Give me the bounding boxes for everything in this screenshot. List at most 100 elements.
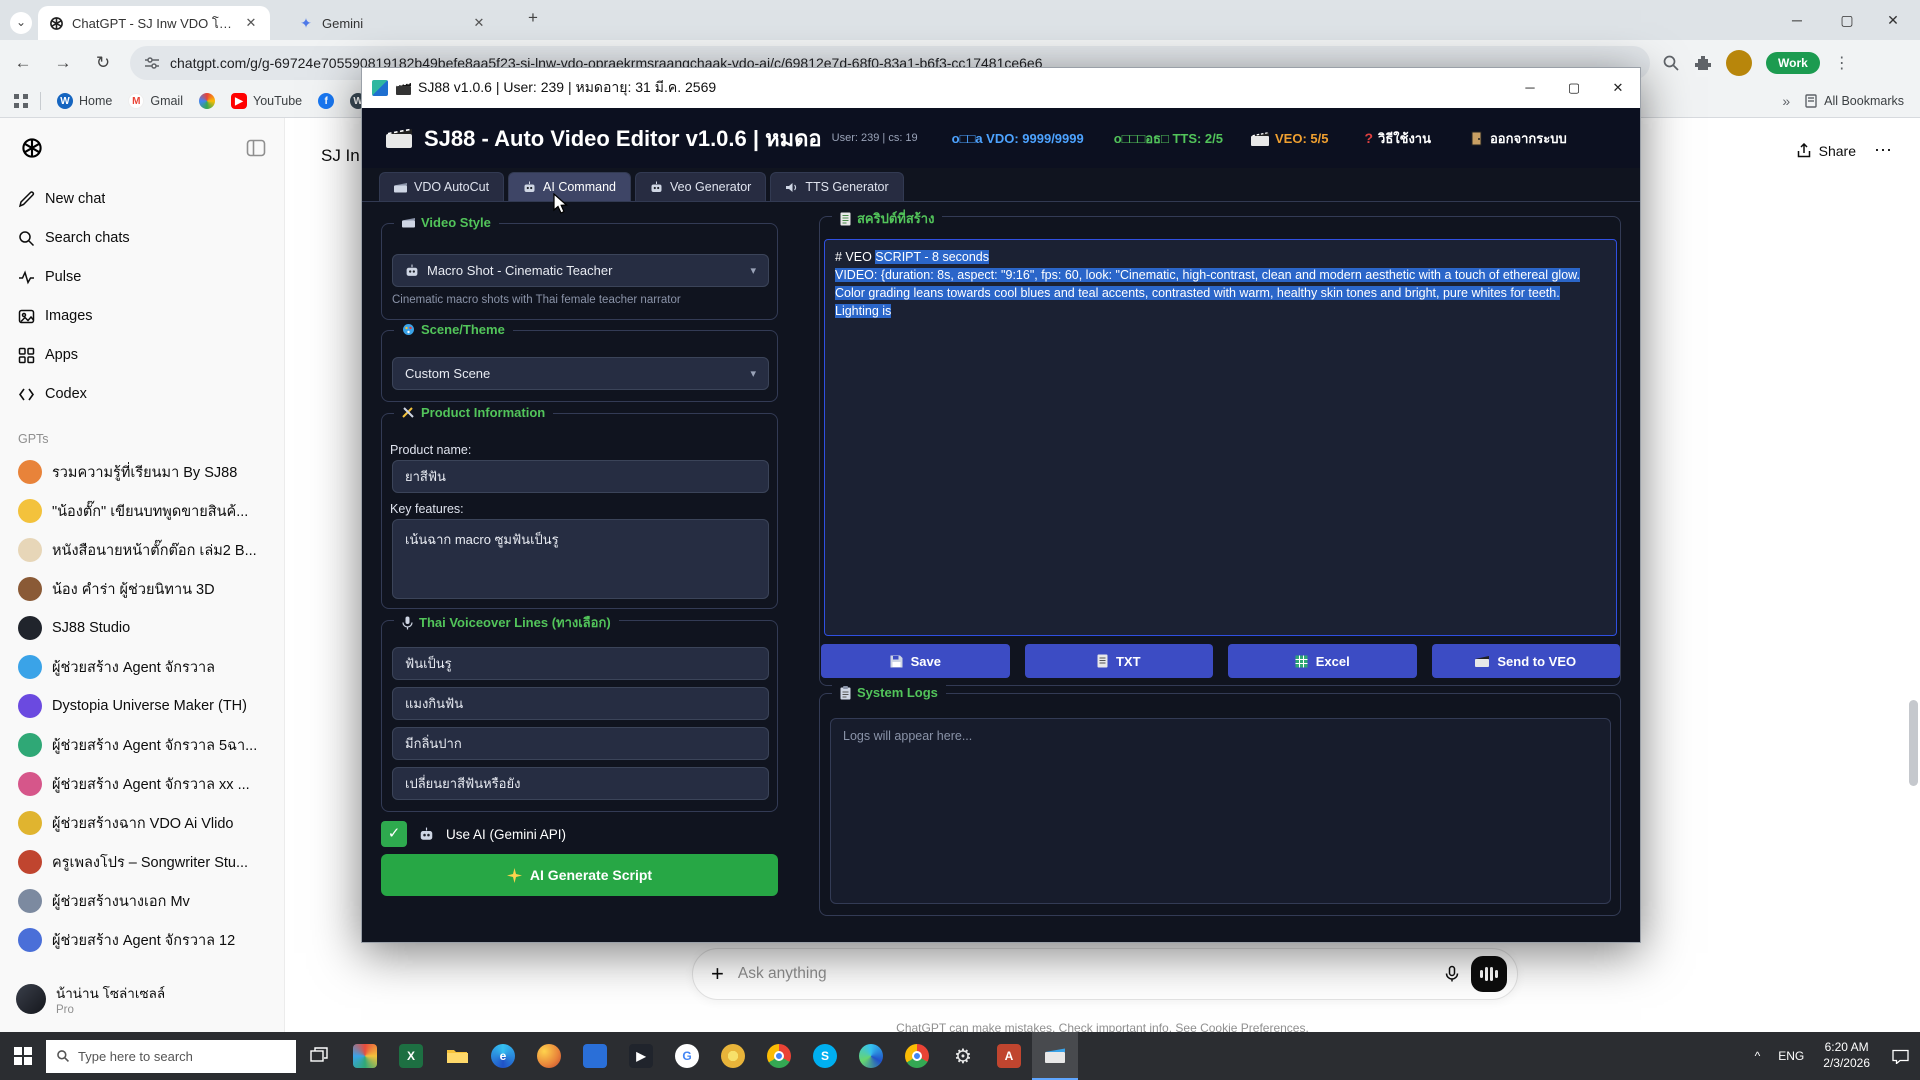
sidebar-gpt-item[interactable]: ผู้ช่วยสร้างนางเอก Mv xyxy=(8,882,276,920)
scene-select[interactable]: Custom Scene ▾ xyxy=(392,357,769,390)
video-style-select[interactable]: Macro Shot - Cinematic Teacher ▾ xyxy=(392,254,769,287)
profile-chip[interactable]: Work xyxy=(1766,52,1820,74)
tray-chevron-icon[interactable]: ^ xyxy=(1746,1049,1770,1063)
apps-grid-icon[interactable] xyxy=(14,94,28,108)
reload-icon[interactable]: ↻ xyxy=(86,46,120,80)
taskbar-search[interactable]: Type here to search xyxy=(46,1040,296,1073)
start-button[interactable] xyxy=(0,1032,46,1080)
voice-mode-button[interactable] xyxy=(1471,956,1507,992)
save-button[interactable]: Save xyxy=(821,644,1010,678)
zoom-icon[interactable] xyxy=(1662,54,1680,72)
sidebar-gpt-item[interactable]: ผู้ช่วยสร้าง Agent จักรวาล xyxy=(8,648,276,686)
bookmark-youtube[interactable]: ▶ YouTube xyxy=(231,93,302,109)
voiceover-line-input[interactable]: เปลี่ยนยาสีฟันหรือยัง xyxy=(392,767,769,800)
forward-icon[interactable]: → xyxy=(46,46,80,80)
account-profile[interactable]: น้าน่าน โซล่าเซลล์ Pro xyxy=(0,974,285,1024)
excel-icon[interactable]: X xyxy=(388,1032,434,1080)
app-minimize-icon[interactable]: ─ xyxy=(1508,68,1552,108)
share-button[interactable]: Share xyxy=(1796,143,1856,159)
send-to-veo-button[interactable]: Send to VEO xyxy=(1432,644,1621,678)
google-icon[interactable]: G xyxy=(664,1032,710,1080)
app-maximize-icon[interactable]: ▢ xyxy=(1552,68,1596,108)
firefox-icon[interactable] xyxy=(526,1032,572,1080)
skype-icon[interactable]: S xyxy=(802,1032,848,1080)
excel-button[interactable]: Excel xyxy=(1228,644,1417,678)
browser-maximize-icon[interactable]: ▢ xyxy=(1824,0,1870,40)
sidebar-gpt-item[interactable]: "น้องตั๊ก" เขียนบทพูดขายสินค้... xyxy=(8,492,276,530)
sidebar-item-new-chat[interactable]: New chat xyxy=(8,180,276,218)
autodesk-icon[interactable]: A xyxy=(986,1032,1032,1080)
edge-icon-2[interactable] xyxy=(848,1032,894,1080)
file-explorer-icon[interactable] xyxy=(434,1032,480,1080)
new-tab-button[interactable]: + xyxy=(528,8,538,28)
sidebar-item-images[interactable]: Images xyxy=(8,297,276,335)
sidebar-gpt-item[interactable]: รวมความรู้ที่เรียนมา By SJ88 xyxy=(8,453,276,491)
page-scrollbar[interactable] xyxy=(1909,700,1918,786)
tab-veo-generator[interactable]: Veo Generator xyxy=(635,172,766,201)
logout-button[interactable]: ออกจากระบบ xyxy=(1471,128,1567,149)
chrome-canary-icon[interactable] xyxy=(710,1032,756,1080)
tab-search-icon[interactable]: ⌄ xyxy=(10,12,32,34)
chrome-icon[interactable] xyxy=(756,1032,802,1080)
tab-tts-generator[interactable]: TTS Generator xyxy=(770,172,903,201)
sidebar-item-search-chats[interactable]: Search chats xyxy=(8,219,276,257)
app-titlebar[interactable]: SJ88 v1.0.6 | User: 239 | หมดอายุ: 31 มี… xyxy=(362,68,1640,108)
sidebar-item-codex[interactable]: Codex xyxy=(8,375,276,413)
attach-plus-icon[interactable]: + xyxy=(711,961,724,987)
settings-gear-icon[interactable]: ⚙ xyxy=(940,1032,986,1080)
help-link[interactable]: ? วิธีใช้งาน xyxy=(1364,128,1431,149)
browser-tab-gemini[interactable]: ✦ Gemini ✕ xyxy=(288,6,498,40)
sidebar-gpt-item[interactable]: น้อง คำร่า ผู้ช่วยนิทาน 3D xyxy=(8,570,276,608)
product-name-input[interactable]: ยาสีฟัน xyxy=(392,460,769,493)
chatgpt-logo-icon[interactable] xyxy=(20,136,44,160)
krita-icon[interactable] xyxy=(342,1032,388,1080)
sidebar-gpt-item[interactable]: ผู้ช่วยสร้าง Agent จักรวาล 5ฉา... xyxy=(8,726,276,764)
notification-center-icon[interactable] xyxy=(1880,1032,1920,1080)
bookmark-misc[interactable] xyxy=(199,93,215,109)
app-close-icon[interactable]: ✕ xyxy=(1596,68,1640,108)
bookmark-home[interactable]: W Home xyxy=(57,93,112,109)
sidebar-gpt-item[interactable]: ผู้ช่วยสร้าง Agent จักรวาล 12 xyxy=(8,921,276,959)
profile-avatar[interactable] xyxy=(1726,50,1752,76)
sidebar-item-pulse[interactable]: Pulse xyxy=(8,258,276,296)
use-ai-checkbox[interactable]: ✓ xyxy=(381,821,407,847)
browser-close-icon[interactable]: ✕ xyxy=(1870,0,1916,40)
bookmark-gmail[interactable]: M Gmail xyxy=(128,93,183,109)
browser-minimize-icon[interactable]: ─ xyxy=(1774,0,1820,40)
chrome-icon-2[interactable] xyxy=(894,1032,940,1080)
tab-close-icon[interactable]: ✕ xyxy=(242,14,260,32)
sidebar-gpt-item[interactable]: SJ88 Studio xyxy=(8,609,276,647)
ai-generate-script-button[interactable]: AI Generate Script xyxy=(381,854,778,896)
sidebar-item-apps[interactable]: Apps xyxy=(8,336,276,374)
voiceover-line-input[interactable]: ฟันเป็นรู xyxy=(392,647,769,680)
sidebar-gpt-item[interactable]: Dystopia Universe Maker (TH) xyxy=(8,687,276,725)
bookmark-facebook[interactable]: f xyxy=(318,93,334,109)
back-icon[interactable]: ← xyxy=(6,46,40,80)
all-bookmarks-button[interactable]: All Bookmarks xyxy=(1804,94,1904,108)
site-settings-icon[interactable] xyxy=(144,55,160,71)
conversation-menu-icon[interactable]: ⋯ xyxy=(1874,140,1892,161)
sidebar-gpt-item[interactable]: ผู้ช่วยสร้าง Agent จักรวาล xx ... xyxy=(8,765,276,803)
browser-menu-icon[interactable]: ⋮ xyxy=(1834,53,1850,73)
language-indicator[interactable]: ENG xyxy=(1769,1049,1813,1063)
sidebar-gpt-item[interactable]: ผู้ช่วยสร้างฉาก VDO Ai Vlido xyxy=(8,804,276,842)
tab-vdo-autocut[interactable]: VDO AutoCut xyxy=(379,172,504,201)
dictate-mic-icon[interactable] xyxy=(1443,965,1461,983)
task-view-icon[interactable] xyxy=(296,1032,342,1080)
bookmarks-overflow-icon[interactable]: » xyxy=(1782,93,1790,109)
video-app-icon[interactable]: ▶ xyxy=(618,1032,664,1080)
sidebar-gpt-item[interactable]: หนังสือนายหน้าตั๊กต๊อก เล่ม2 B... xyxy=(8,531,276,569)
key-features-textarea[interactable]: เน้นฉาก macro ซูมฟันเป็นรู xyxy=(392,519,769,599)
photos-icon[interactable] xyxy=(572,1032,618,1080)
sj88-taskbar-icon[interactable] xyxy=(1032,1032,1078,1080)
logs-textarea[interactable]: Logs will appear here... xyxy=(830,718,1611,904)
extensions-puzzle-icon[interactable] xyxy=(1694,54,1712,72)
tab-close-icon[interactable]: ✕ xyxy=(470,14,488,32)
sidebar-gpt-item[interactable]: ครูเพลงโปร – Songwriter Stu... xyxy=(8,843,276,881)
chat-composer[interactable]: + Ask anything xyxy=(692,948,1518,1000)
txt-button[interactable]: TXT xyxy=(1025,644,1214,678)
sidebar-toggle-icon[interactable] xyxy=(246,138,266,158)
taskbar-clock[interactable]: 6:20 AM 2/3/2026 xyxy=(1813,1040,1880,1071)
edge-icon[interactable]: e xyxy=(480,1032,526,1080)
voiceover-line-input[interactable]: แมงกินฟัน xyxy=(392,687,769,720)
